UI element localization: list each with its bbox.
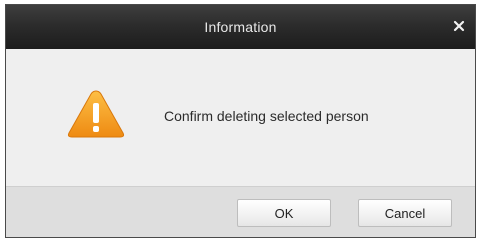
dialog-message: Confirm deleting selected person — [164, 108, 369, 124]
dialog-footer: OK Cancel — [6, 186, 475, 237]
dialog-titlebar[interactable]: Information — [6, 5, 475, 49]
dialog-title: Information — [204, 19, 277, 35]
information-dialog: Information Confirm deleting selected pe… — [5, 4, 476, 238]
dialog-body: Confirm deleting selected person — [6, 49, 475, 186]
cancel-button[interactable]: Cancel — [358, 199, 452, 227]
close-icon[interactable] — [449, 16, 469, 36]
warning-icon — [66, 88, 126, 140]
ok-button[interactable]: OK — [237, 199, 331, 227]
